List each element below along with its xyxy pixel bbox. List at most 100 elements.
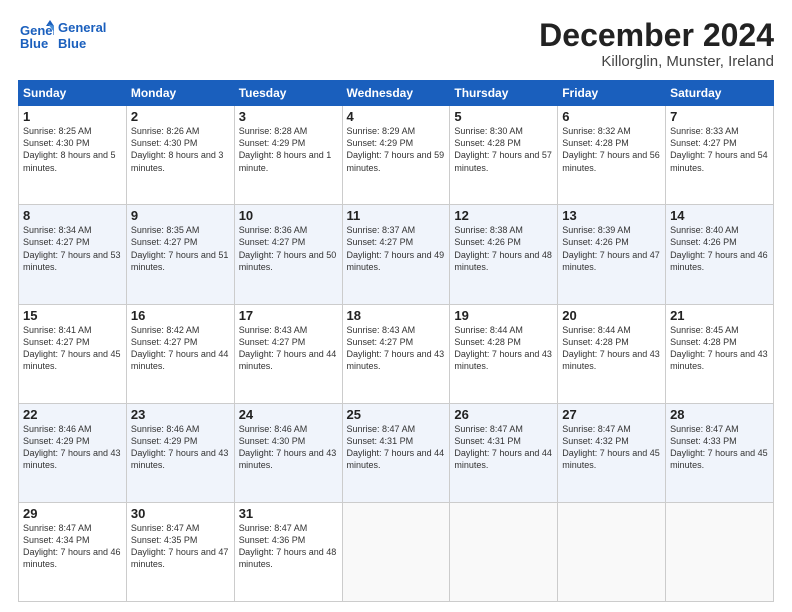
weekday-header: Saturday xyxy=(666,81,774,106)
calendar-week-row: 29Sunrise: 8:47 AMSunset: 4:34 PMDayligh… xyxy=(19,502,774,601)
day-number: 27 xyxy=(562,407,661,422)
cell-info: Sunrise: 8:43 AMSunset: 4:27 PMDaylight:… xyxy=(347,324,446,373)
day-number: 30 xyxy=(131,506,230,521)
cell-info: Sunrise: 8:43 AMSunset: 4:27 PMDaylight:… xyxy=(239,324,338,373)
day-number: 4 xyxy=(347,109,446,124)
calendar-cell: 1Sunrise: 8:25 AMSunset: 4:30 PMDaylight… xyxy=(19,106,127,205)
calendar-cell: 16Sunrise: 8:42 AMSunset: 4:27 PMDayligh… xyxy=(126,304,234,403)
calendar-cell: 25Sunrise: 8:47 AMSunset: 4:31 PMDayligh… xyxy=(342,403,450,502)
cell-info: Sunrise: 8:46 AMSunset: 4:29 PMDaylight:… xyxy=(23,423,122,472)
calendar-cell xyxy=(342,502,450,601)
day-number: 15 xyxy=(23,308,122,323)
calendar-cell xyxy=(558,502,666,601)
day-number: 14 xyxy=(670,208,769,223)
cell-info: Sunrise: 8:32 AMSunset: 4:28 PMDaylight:… xyxy=(562,125,661,174)
cell-info: Sunrise: 8:47 AMSunset: 4:36 PMDaylight:… xyxy=(239,522,338,571)
calendar-week-row: 8Sunrise: 8:34 AMSunset: 4:27 PMDaylight… xyxy=(19,205,774,304)
cell-info: Sunrise: 8:46 AMSunset: 4:29 PMDaylight:… xyxy=(131,423,230,472)
calendar-cell: 3Sunrise: 8:28 AMSunset: 4:29 PMDaylight… xyxy=(234,106,342,205)
weekday-header: Wednesday xyxy=(342,81,450,106)
day-number: 13 xyxy=(562,208,661,223)
calendar-cell: 29Sunrise: 8:47 AMSunset: 4:34 PMDayligh… xyxy=(19,502,127,601)
day-number: 7 xyxy=(670,109,769,124)
day-number: 1 xyxy=(23,109,122,124)
day-number: 28 xyxy=(670,407,769,422)
calendar-cell: 31Sunrise: 8:47 AMSunset: 4:36 PMDayligh… xyxy=(234,502,342,601)
cell-info: Sunrise: 8:30 AMSunset: 4:28 PMDaylight:… xyxy=(454,125,553,174)
cell-info: Sunrise: 8:47 AMSunset: 4:31 PMDaylight:… xyxy=(454,423,553,472)
calendar-cell xyxy=(450,502,558,601)
day-number: 11 xyxy=(347,208,446,223)
logo-line1: General xyxy=(58,20,106,36)
svg-text:Blue: Blue xyxy=(20,36,48,51)
cell-info: Sunrise: 8:34 AMSunset: 4:27 PMDaylight:… xyxy=(23,224,122,273)
calendar-cell: 11Sunrise: 8:37 AMSunset: 4:27 PMDayligh… xyxy=(342,205,450,304)
calendar-week-row: 15Sunrise: 8:41 AMSunset: 4:27 PMDayligh… xyxy=(19,304,774,403)
cell-info: Sunrise: 8:46 AMSunset: 4:30 PMDaylight:… xyxy=(239,423,338,472)
calendar-cell: 10Sunrise: 8:36 AMSunset: 4:27 PMDayligh… xyxy=(234,205,342,304)
calendar-cell: 13Sunrise: 8:39 AMSunset: 4:26 PMDayligh… xyxy=(558,205,666,304)
calendar-cell: 12Sunrise: 8:38 AMSunset: 4:26 PMDayligh… xyxy=(450,205,558,304)
calendar-cell: 2Sunrise: 8:26 AMSunset: 4:30 PMDaylight… xyxy=(126,106,234,205)
cell-info: Sunrise: 8:40 AMSunset: 4:26 PMDaylight:… xyxy=(670,224,769,273)
cell-info: Sunrise: 8:47 AMSunset: 4:32 PMDaylight:… xyxy=(562,423,661,472)
weekday-header: Monday xyxy=(126,81,234,106)
cell-info: Sunrise: 8:47 AMSunset: 4:31 PMDaylight:… xyxy=(347,423,446,472)
cell-info: Sunrise: 8:28 AMSunset: 4:29 PMDaylight:… xyxy=(239,125,338,174)
cell-info: Sunrise: 8:38 AMSunset: 4:26 PMDaylight:… xyxy=(454,224,553,273)
day-number: 6 xyxy=(562,109,661,124)
page: General Blue General Blue December 2024 … xyxy=(0,0,792,612)
day-number: 20 xyxy=(562,308,661,323)
day-number: 31 xyxy=(239,506,338,521)
calendar-cell: 17Sunrise: 8:43 AMSunset: 4:27 PMDayligh… xyxy=(234,304,342,403)
day-number: 3 xyxy=(239,109,338,124)
day-number: 17 xyxy=(239,308,338,323)
calendar-header-row: SundayMondayTuesdayWednesdayThursdayFrid… xyxy=(19,81,774,106)
calendar-cell: 7Sunrise: 8:33 AMSunset: 4:27 PMDaylight… xyxy=(666,106,774,205)
weekday-header: Thursday xyxy=(450,81,558,106)
cell-info: Sunrise: 8:26 AMSunset: 4:30 PMDaylight:… xyxy=(131,125,230,174)
calendar-cell: 15Sunrise: 8:41 AMSunset: 4:27 PMDayligh… xyxy=(19,304,127,403)
cell-info: Sunrise: 8:44 AMSunset: 4:28 PMDaylight:… xyxy=(454,324,553,373)
cell-info: Sunrise: 8:36 AMSunset: 4:27 PMDaylight:… xyxy=(239,224,338,273)
calendar-cell: 23Sunrise: 8:46 AMSunset: 4:29 PMDayligh… xyxy=(126,403,234,502)
day-number: 16 xyxy=(131,308,230,323)
weekday-header: Friday xyxy=(558,81,666,106)
calendar-cell: 18Sunrise: 8:43 AMSunset: 4:27 PMDayligh… xyxy=(342,304,450,403)
weekday-header: Sunday xyxy=(19,81,127,106)
calendar-cell: 27Sunrise: 8:47 AMSunset: 4:32 PMDayligh… xyxy=(558,403,666,502)
day-number: 18 xyxy=(347,308,446,323)
cell-info: Sunrise: 8:44 AMSunset: 4:28 PMDaylight:… xyxy=(562,324,661,373)
calendar-week-row: 1Sunrise: 8:25 AMSunset: 4:30 PMDaylight… xyxy=(19,106,774,205)
calendar-cell xyxy=(666,502,774,601)
calendar-cell: 8Sunrise: 8:34 AMSunset: 4:27 PMDaylight… xyxy=(19,205,127,304)
cell-info: Sunrise: 8:25 AMSunset: 4:30 PMDaylight:… xyxy=(23,125,122,174)
cell-info: Sunrise: 8:45 AMSunset: 4:28 PMDaylight:… xyxy=(670,324,769,373)
calendar-cell: 22Sunrise: 8:46 AMSunset: 4:29 PMDayligh… xyxy=(19,403,127,502)
calendar-cell: 30Sunrise: 8:47 AMSunset: 4:35 PMDayligh… xyxy=(126,502,234,601)
cell-info: Sunrise: 8:47 AMSunset: 4:35 PMDaylight:… xyxy=(131,522,230,571)
subtitle: Killorglin, Munster, Ireland xyxy=(539,53,774,70)
logo: General Blue General Blue xyxy=(18,18,106,54)
cell-info: Sunrise: 8:47 AMSunset: 4:33 PMDaylight:… xyxy=(670,423,769,472)
calendar-cell: 21Sunrise: 8:45 AMSunset: 4:28 PMDayligh… xyxy=(666,304,774,403)
cell-info: Sunrise: 8:47 AMSunset: 4:34 PMDaylight:… xyxy=(23,522,122,571)
calendar-cell: 28Sunrise: 8:47 AMSunset: 4:33 PMDayligh… xyxy=(666,403,774,502)
calendar-cell: 4Sunrise: 8:29 AMSunset: 4:29 PMDaylight… xyxy=(342,106,450,205)
day-number: 8 xyxy=(23,208,122,223)
logo-line2: Blue xyxy=(58,36,106,52)
weekday-header: Tuesday xyxy=(234,81,342,106)
cell-info: Sunrise: 8:33 AMSunset: 4:27 PMDaylight:… xyxy=(670,125,769,174)
header: General Blue General Blue December 2024 … xyxy=(18,18,774,70)
day-number: 23 xyxy=(131,407,230,422)
calendar-cell: 24Sunrise: 8:46 AMSunset: 4:30 PMDayligh… xyxy=(234,403,342,502)
day-number: 26 xyxy=(454,407,553,422)
logo-icon: General Blue xyxy=(18,18,54,54)
calendar-cell: 5Sunrise: 8:30 AMSunset: 4:28 PMDaylight… xyxy=(450,106,558,205)
day-number: 25 xyxy=(347,407,446,422)
day-number: 22 xyxy=(23,407,122,422)
day-number: 29 xyxy=(23,506,122,521)
day-number: 5 xyxy=(454,109,553,124)
cell-info: Sunrise: 8:41 AMSunset: 4:27 PMDaylight:… xyxy=(23,324,122,373)
cell-info: Sunrise: 8:29 AMSunset: 4:29 PMDaylight:… xyxy=(347,125,446,174)
